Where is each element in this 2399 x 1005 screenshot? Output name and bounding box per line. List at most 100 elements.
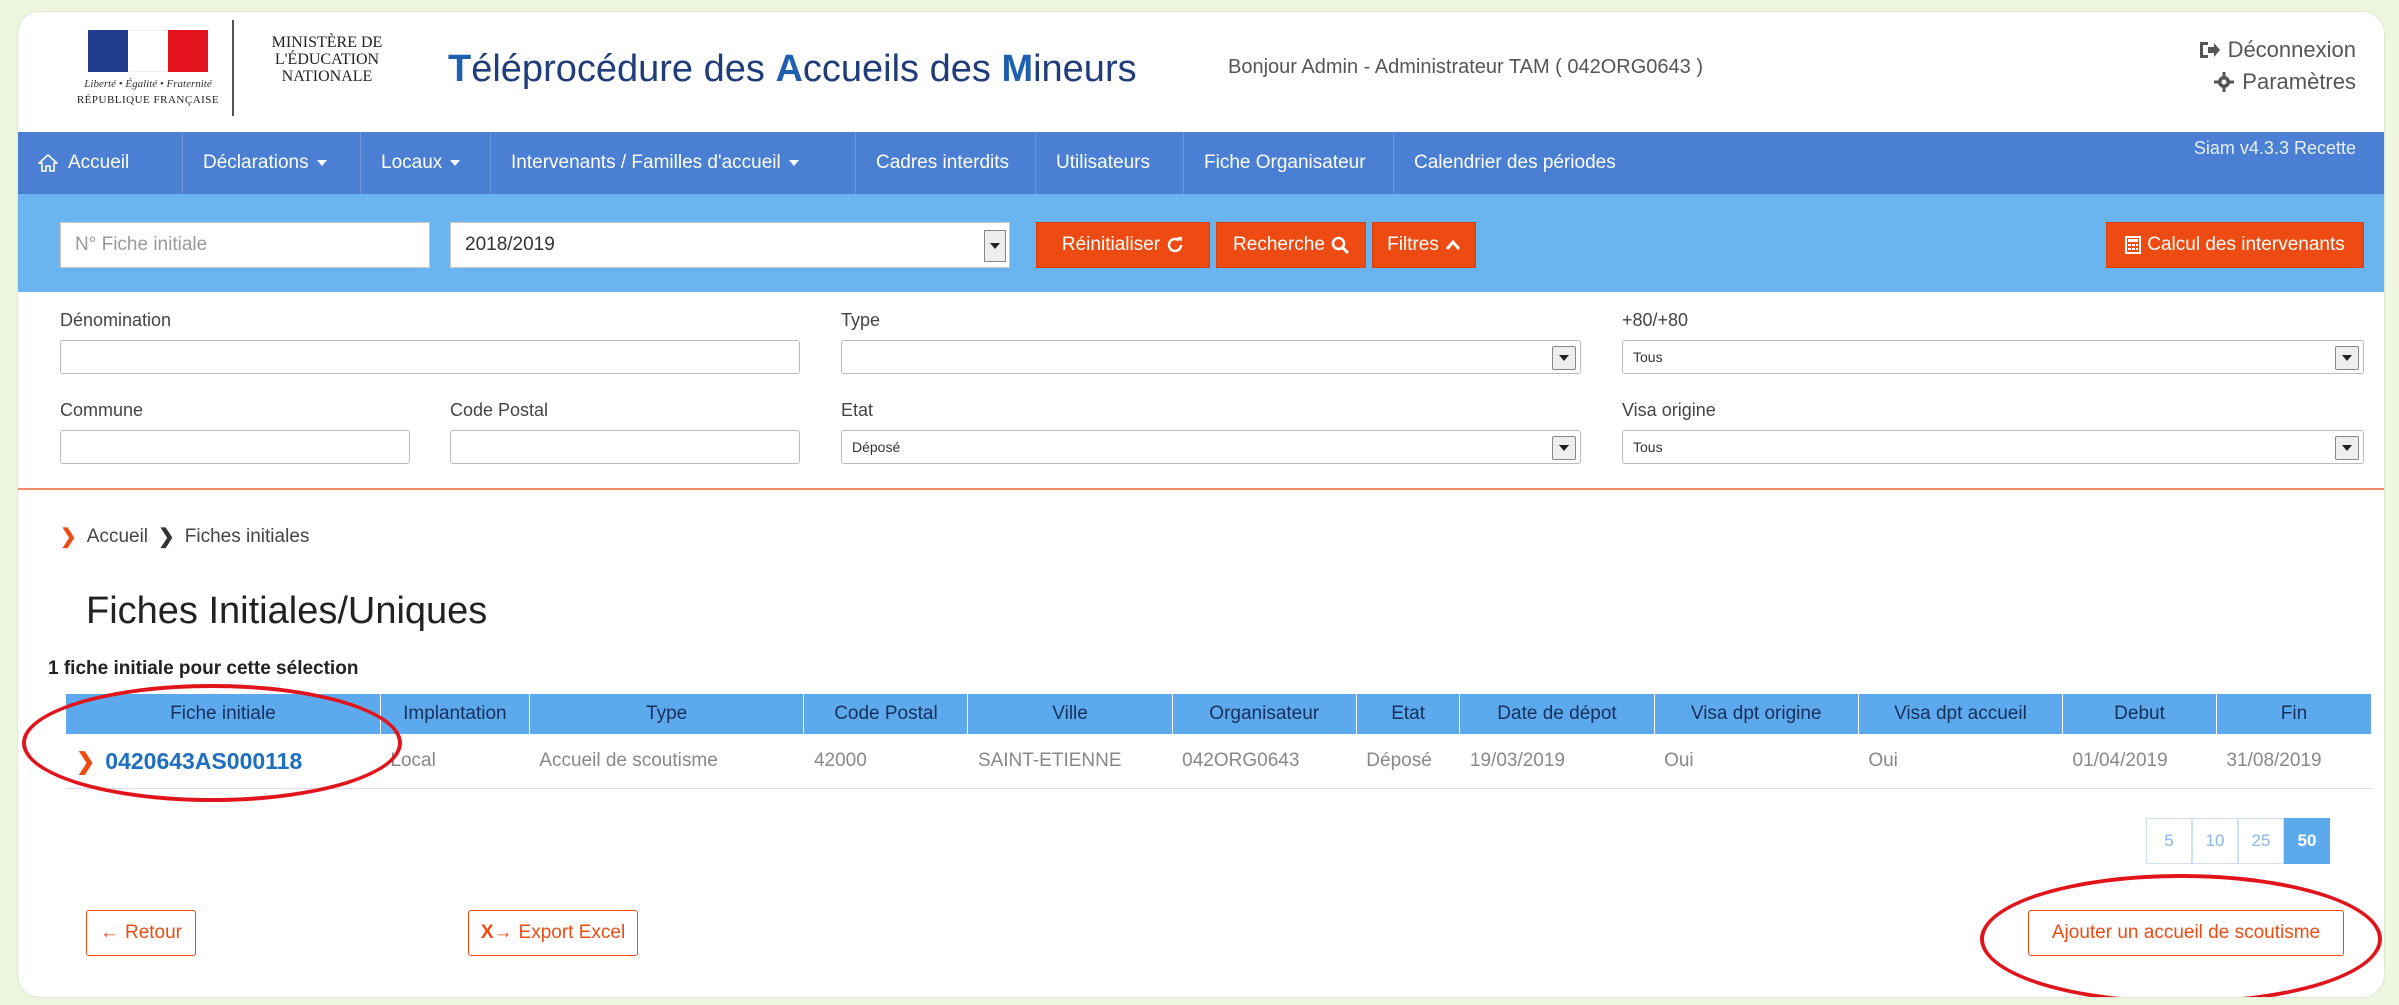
search-icon [1331, 236, 1349, 254]
nav-item-declarations[interactable]: Déclarations [183, 132, 361, 194]
column-header[interactable]: Implantation [380, 694, 530, 734]
nav-item-locaux[interactable]: Locaux [361, 132, 491, 194]
page-size-option[interactable]: 10 [2192, 818, 2238, 864]
etat-label: Etat [841, 400, 874, 420]
table-cell: Local [380, 734, 530, 789]
add-scoutisme-button[interactable]: Ajouter un accueil de scoutisme [2028, 910, 2344, 956]
chevron-down-icon [316, 160, 327, 166]
breadcrumb-current: Fiches initiales [184, 525, 310, 547]
advanced-search-form: Dénomination Type +80/+80 Tous Commune C… [18, 292, 2384, 490]
nav-item-accueil[interactable]: Accueil [18, 132, 183, 194]
plus80-label: +80/+80 [1622, 310, 1689, 330]
excel-icon: X→ [480, 922, 513, 943]
ministry-name: MINISTÈRE DE L'ÉDUCATION NATIONALE [271, 34, 383, 85]
table-cell: SAINT-ETIENNE [967, 734, 1173, 789]
app-version: Siam v4.3.3 Recette [2193, 138, 2356, 158]
settings-link[interactable]: Paramètres [2198, 66, 2356, 98]
table-cell: 01/04/2019 [2062, 734, 2217, 789]
chevron-down-icon [2335, 346, 2359, 370]
column-header[interactable]: Code Postal [803, 694, 969, 734]
column-header[interactable]: Fiche initiale [66, 694, 381, 734]
calculator-icon [2125, 236, 2142, 254]
denomination-input[interactable] [60, 340, 800, 374]
column-header[interactable]: Debut [2062, 694, 2217, 734]
column-header[interactable]: Visa dpt origine [1654, 694, 1859, 734]
column-header[interactable]: Date de dépot [1459, 694, 1655, 734]
fiche-link[interactable]: ❯ 0420643AS000118 [66, 734, 381, 789]
column-header[interactable]: Organisateur [1172, 694, 1357, 734]
column-header[interactable]: Fin [2216, 694, 2373, 734]
chevron-up-icon [1445, 239, 1460, 250]
search-button[interactable]: Recherche [1216, 222, 1366, 268]
logo-republic: RÉPUBLIQUE FRANÇAISE [76, 94, 220, 106]
chevron-down-icon [1552, 346, 1576, 370]
table-cell: 42000 [803, 734, 968, 789]
back-button[interactable]: ← Retour [86, 910, 196, 956]
page-size-selector: 5 10 25 50 [2146, 818, 2330, 864]
column-header[interactable]: Ville [967, 694, 1173, 734]
page-title: Fiches Initiales/Uniques [86, 590, 488, 632]
flag-logo [88, 30, 208, 72]
year-select[interactable]: 2018/2019 [450, 222, 1010, 268]
republique-francaise-logo: Liberté • Égalité • Fraternité RÉPUBLIQU… [68, 22, 228, 112]
nav-item-fiche-organisateur[interactable]: Fiche Organisateur [1184, 132, 1394, 194]
quick-filter-bar: N° Fiche initiale 2018/2019 Réinitialise… [18, 194, 2384, 292]
visa-origine-select[interactable]: Tous [1622, 430, 2364, 464]
column-header[interactable]: Visa dpt accueil [1858, 694, 2064, 734]
code-postal-input[interactable] [450, 430, 800, 464]
export-excel-button[interactable]: X→ Export Excel [468, 910, 638, 956]
table-cell: Accueil de scoutisme [529, 734, 804, 789]
table-cell: 19/03/2019 [1459, 734, 1655, 789]
chevron-down-icon [1552, 436, 1576, 460]
logout-link[interactable]: Déconnexion [2198, 34, 2356, 66]
column-header[interactable]: Etat [1356, 694, 1461, 734]
table-cell: 31/08/2019 [2216, 734, 2372, 789]
chevron-right-icon: ❯ [76, 747, 96, 774]
logo-motto: Liberté • Égalité • Fraternité [84, 78, 212, 90]
page-size-option[interactable]: 5 [2146, 818, 2192, 864]
page-size-option[interactable]: 25 [2238, 818, 2284, 864]
main-navbar: Accueil Déclarations Locaux Intervenants… [18, 132, 2384, 194]
etat-select[interactable]: Déposé [841, 430, 1581, 464]
result-count: 1 fiche initiale pour cette sélection [48, 658, 359, 679]
logo-divider [232, 20, 234, 116]
reset-button[interactable]: Réinitialiser [1036, 222, 1210, 268]
nav-item-intervenants[interactable]: Intervenants / Familles d'accueil [491, 132, 856, 194]
table-cell: Oui [1858, 734, 2063, 789]
chevron-right-icon: ❯ [60, 526, 77, 548]
chevron-right-icon: ❯ [158, 526, 175, 548]
home-icon [38, 154, 58, 172]
fiche-number-input[interactable]: N° Fiche initiale [60, 222, 430, 268]
commune-input[interactable] [60, 430, 410, 464]
code-postal-label: Code Postal [450, 400, 549, 420]
denomination-label: Dénomination [60, 310, 172, 330]
app-title: Téléprocédure des Accueils des Mineurs [448, 48, 1137, 90]
arrow-left-icon: ← [99, 922, 119, 943]
commune-label: Commune [60, 400, 144, 420]
nav-item-calendrier[interactable]: Calendrier des périodes [1394, 132, 1654, 194]
breadcrumb-home[interactable]: Accueil [87, 526, 148, 548]
chevron-down-icon [788, 160, 799, 166]
refresh-icon [1167, 237, 1183, 253]
fiches-table: Fiche initiale Implantation Type Code Po… [66, 694, 2373, 789]
page-size-option-active[interactable]: 50 [2284, 818, 2330, 864]
chevron-down-icon [2335, 436, 2359, 460]
calc-intervenants-button[interactable]: Calcul des intervenants [2106, 222, 2364, 268]
table-cell: 042ORG0643 [1172, 734, 1357, 789]
type-select[interactable] [841, 340, 1581, 374]
nav-item-utilisateurs[interactable]: Utilisateurs [1036, 132, 1184, 194]
plus80-select[interactable]: Tous [1622, 340, 2364, 374]
header-user-menu: Déconnexion Paramètres [2198, 34, 2356, 98]
column-header[interactable]: Type [529, 694, 805, 734]
table-cell: Oui [1654, 734, 1859, 789]
app-frame: Liberté • Égalité • Fraternité RÉPUBLIQU… [18, 12, 2384, 997]
table-row[interactable]: ❯ 0420643AS000118 Local Accueil de scouti… [66, 734, 2372, 789]
table-cell: Déposé [1356, 734, 1460, 789]
visa-origine-label: Visa origine [1622, 400, 1716, 420]
nav-item-cadres-interdits[interactable]: Cadres interdits [856, 132, 1036, 194]
chevron-down-icon [450, 160, 461, 166]
type-label: Type [841, 310, 881, 330]
table-header-row: Fiche initiale Implantation Type Code Po… [66, 694, 2373, 734]
user-greeting: Bonjour Admin - Administrateur TAM ( 042… [1228, 56, 1704, 78]
filters-button[interactable]: Filtres [1372, 222, 1476, 268]
